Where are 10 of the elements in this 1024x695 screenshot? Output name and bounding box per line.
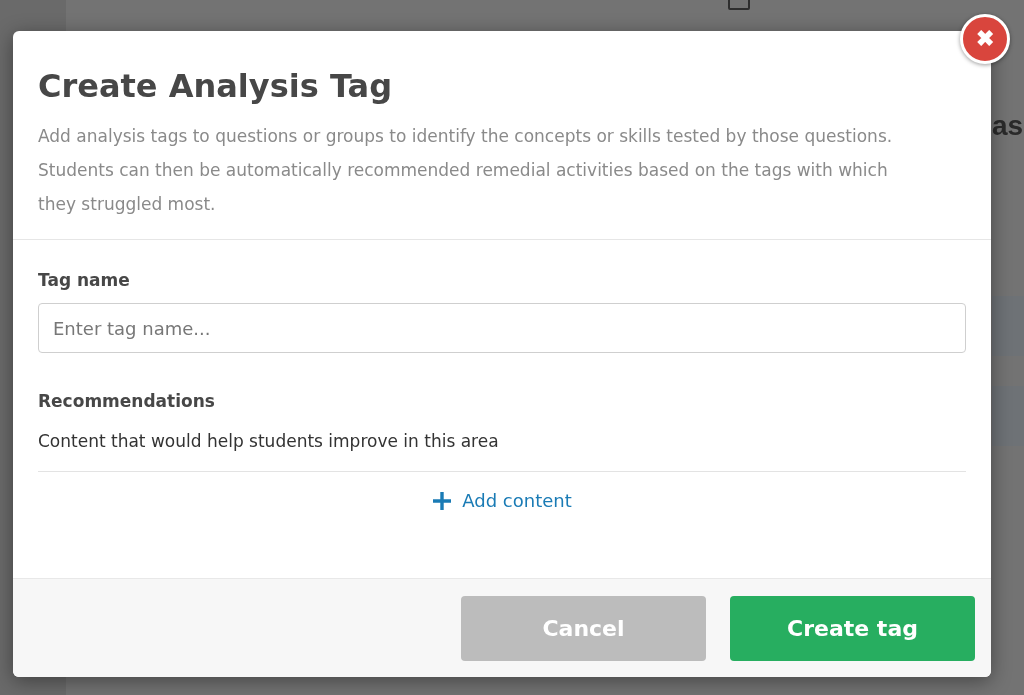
tag-name-field[interactable]: Enter tag name... [38,303,966,353]
dialog-title: Create Analysis Tag [38,67,394,105]
plus-icon [432,490,453,511]
add-content-link[interactable]: Add content [432,490,572,511]
page-text: as [992,110,1024,142]
dialog-description: Add analysis tags to questions or groups to identify the concepts or skills tested by those questions. Students can then be automatically recommended remedial activities based on the tags with which they struggled most. [38,125,894,216]
section-hint: Content that would help students improve in this area [38,431,966,472]
create-button[interactable]: Create tag [730,596,975,661]
section-label: Recommendations [38,391,216,411]
field-label: Tag name [38,270,131,290]
